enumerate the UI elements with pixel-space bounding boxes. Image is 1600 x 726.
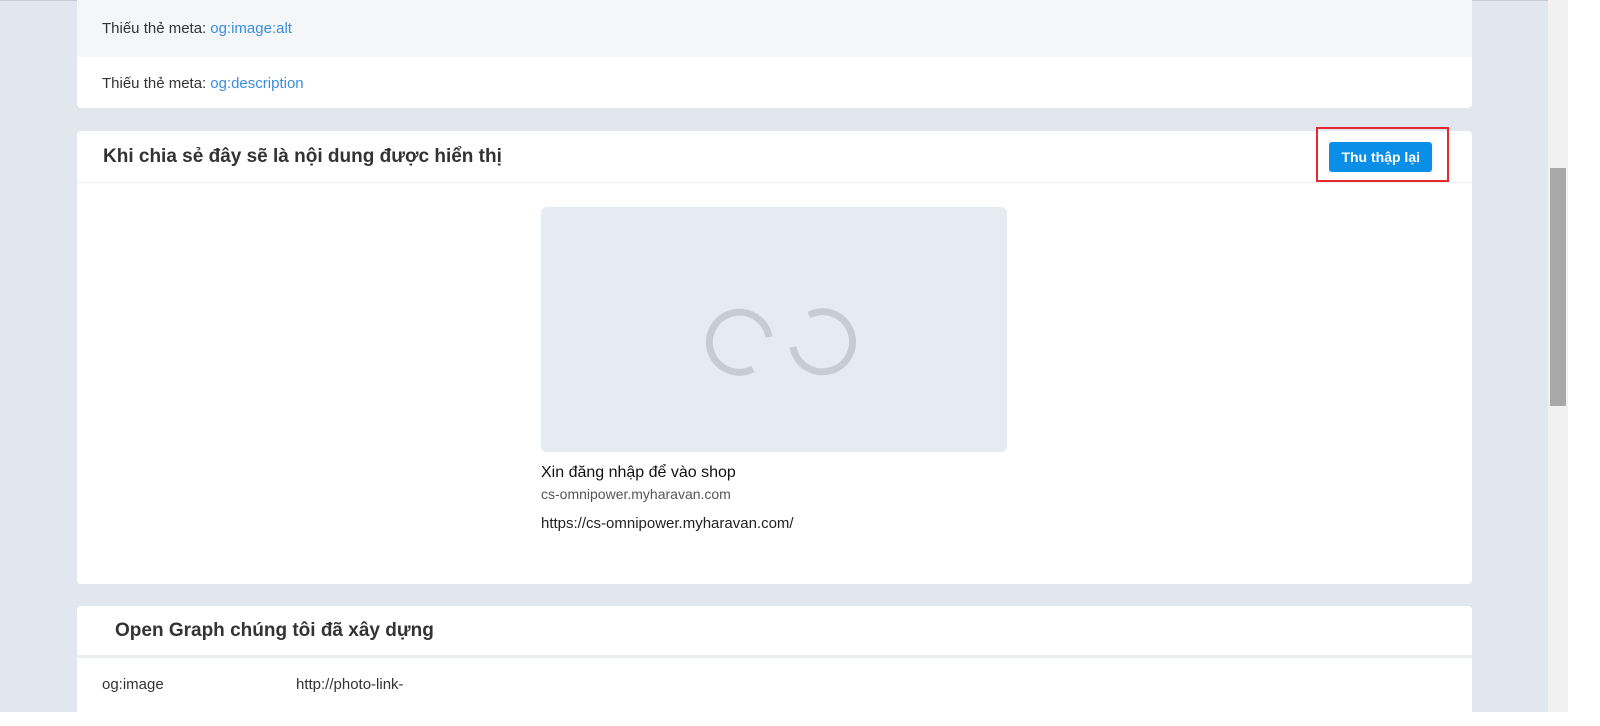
scrollbar-thumb[interactable] — [1550, 168, 1566, 406]
recollect-button[interactable]: Thu thập lại — [1329, 142, 1432, 172]
meta-label: Thiếu thẻ meta: — [102, 74, 207, 92]
og-value: http://photo-link- — [296, 676, 404, 693]
preview-url[interactable]: https://cs-omnipower.myharavan.com/ — [541, 515, 794, 532]
missing-meta-row: Thiếu thẻ meta: og:image:alt — [77, 0, 1472, 57]
card-title: Open Graph chúng tôi đã xây dựng — [77, 606, 1472, 658]
open-graph-card: Open Graph chúng tôi đã xây dựng og:imag… — [77, 606, 1472, 726]
share-preview-card: Khi chia sẻ đây sẽ là nội dung được hiển… — [77, 127, 1472, 584]
link-icon — [706, 308, 856, 376]
og-row: og:image http://photo-link- — [77, 658, 1472, 693]
preview-title: Xin đăng nhập để vào shop — [541, 464, 736, 481]
missing-meta-row: Thiếu thẻ meta: og:description — [77, 57, 1472, 109]
missing-meta-card: Thiếu thẻ meta: og:image:alt Thiếu thẻ me… — [77, 0, 1472, 108]
card-title: Khi chia sẻ đây sẽ là nội dung được hiển… — [77, 131, 1472, 183]
meta-tag-link[interactable]: og:image:alt — [210, 20, 292, 37]
meta-tag-link[interactable]: og:description — [210, 75, 303, 92]
og-key: og:image — [102, 676, 164, 693]
preview-image-placeholder — [541, 207, 1007, 452]
meta-label: Thiếu thẻ meta: — [102, 20, 207, 37]
preview-domain: cs-omnipower.myharavan.com — [541, 486, 731, 502]
